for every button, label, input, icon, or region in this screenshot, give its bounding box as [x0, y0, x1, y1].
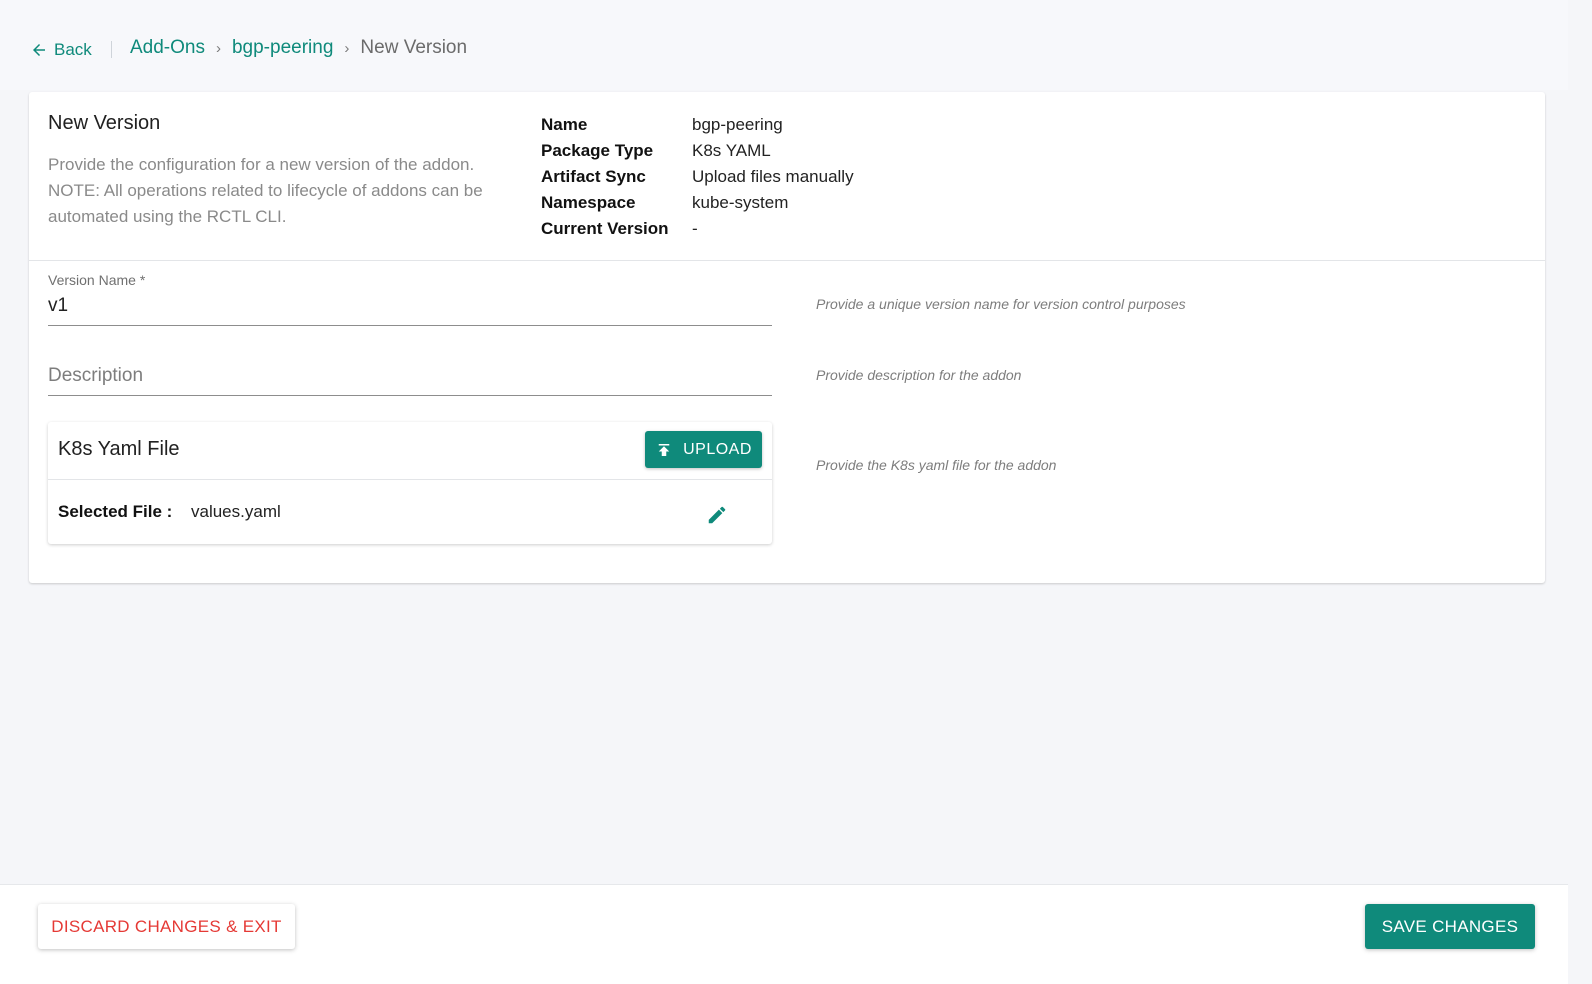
description-underline	[48, 395, 772, 396]
breadcrumb: Add-Ons › bgp-peering › New Version	[130, 37, 467, 59]
info-value: -	[692, 219, 698, 238]
info-key: Current Version	[541, 219, 669, 238]
upload-icon	[658, 443, 670, 456]
info-value: bgp-peering	[692, 115, 783, 134]
selected-file-value: values.yaml	[191, 502, 281, 521]
upload-button[interactable]: UPLOAD	[645, 431, 762, 468]
divider	[29, 260, 1545, 261]
version-name-underline	[48, 325, 772, 326]
breadcrumb-bar: Back Add-Ons › bgp-peering › New Version	[0, 0, 1568, 90]
selected-file-label: Selected File :	[58, 502, 173, 521]
page-description: Provide the configuration for a new vers…	[48, 155, 483, 226]
info-key: Artifact Sync	[541, 167, 646, 186]
description-hint: Provide description for the addon	[816, 367, 1022, 383]
version-name-hint: Provide a unique version name for versio…	[816, 296, 1186, 312]
yaml-file-card: K8s Yaml File UPLOAD Selected File : val…	[48, 422, 772, 544]
version-name-label: Version Name *	[48, 272, 146, 288]
arrow-left-icon	[33, 44, 45, 56]
breadcrumb-current: New Version	[360, 37, 468, 58]
description-input[interactable]: Description	[48, 365, 143, 387]
yaml-file-hint: Provide the K8s yaml file for the addon	[816, 457, 1057, 473]
info-row-artifact-sync: Artifact Sync Upload files manually	[541, 164, 854, 190]
new-version-card: New Version Provide the configuration fo…	[29, 92, 1545, 583]
info-row-namespace: Namespace kube-system	[541, 190, 854, 216]
divider	[48, 479, 772, 480]
save-changes-button[interactable]: SAVE CHANGES	[1365, 904, 1535, 949]
pencil-icon[interactable]	[706, 504, 728, 526]
info-row-package-type: Package Type K8s YAML	[541, 138, 854, 164]
info-row-current-version: Current Version -	[541, 216, 854, 242]
yaml-file-title: K8s Yaml File	[58, 438, 180, 460]
breadcrumb-item-add-ons[interactable]: Add-Ons	[130, 37, 205, 59]
back-label: Back	[54, 40, 92, 59]
version-name-input[interactable]: v1	[48, 295, 772, 317]
info-value: K8s YAML	[692, 141, 771, 160]
upload-label: UPLOAD	[683, 440, 752, 458]
breadcrumb-separator: ›	[215, 39, 221, 57]
info-key: Namespace	[541, 193, 636, 212]
back-link[interactable]: Back	[30, 38, 92, 62]
discard-changes-button[interactable]: DISCARD CHANGES & EXIT	[38, 904, 295, 949]
breadcrumb-divider	[111, 41, 112, 58]
addon-info: Name bgp-peering Package Type K8s YAML A…	[541, 112, 854, 242]
info-value: Upload files manually	[692, 167, 854, 186]
breadcrumb-item-addon[interactable]: bgp-peering	[232, 37, 333, 59]
info-key: Name	[541, 115, 588, 134]
footer-bar: DISCARD CHANGES & EXIT SAVE CHANGES	[0, 884, 1568, 984]
page-title: New Version	[48, 112, 161, 134]
info-row-name: Name bgp-peering	[541, 112, 854, 138]
info-value: kube-system	[692, 193, 789, 212]
info-key: Package Type	[541, 141, 654, 160]
breadcrumb-separator: ›	[344, 39, 350, 57]
